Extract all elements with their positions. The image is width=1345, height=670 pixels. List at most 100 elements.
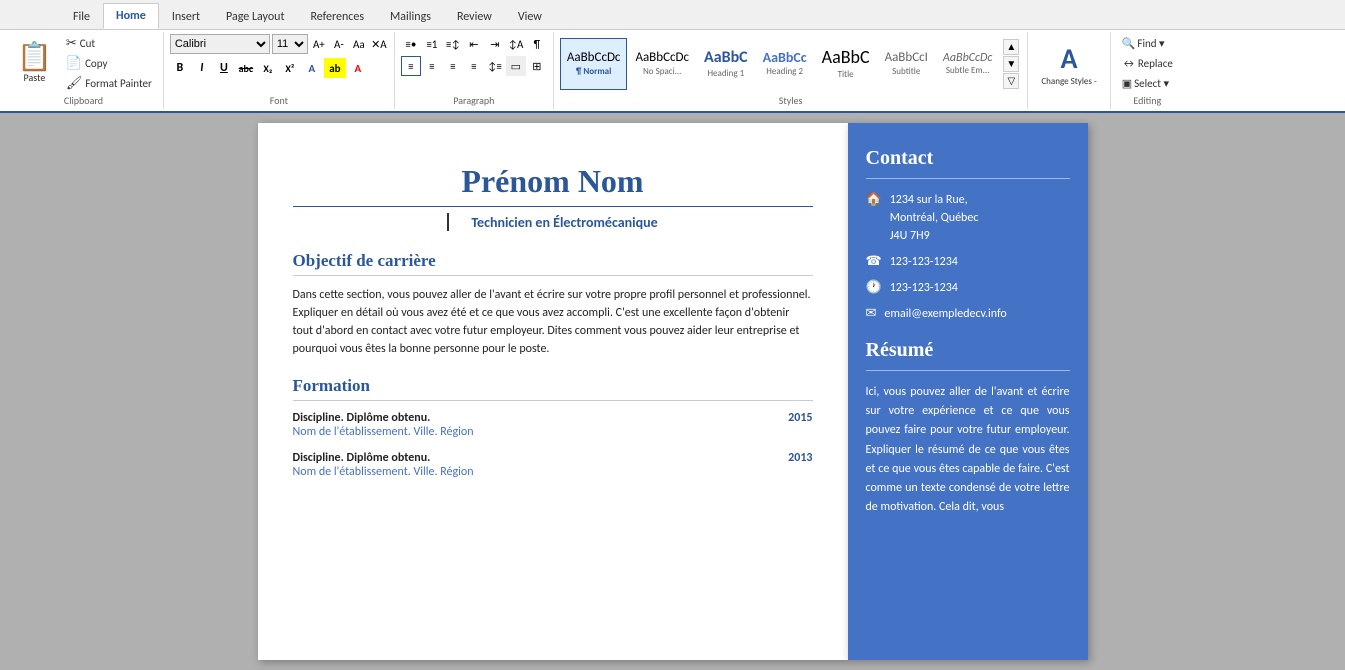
style-normal[interactable]: AaBbCcDc ¶ Normal [560, 38, 628, 90]
phone1-icon: ☎ [866, 254, 882, 269]
tab-review[interactable]: Review [444, 3, 505, 29]
find-button[interactable]: 🔍 Find ▾ [1117, 34, 1170, 53]
copy-button[interactable]: 📄 Copy [61, 54, 157, 73]
replace-label: Replace [1138, 57, 1173, 70]
copy-label: Copy [85, 57, 107, 70]
tab-mailings[interactable]: Mailings [377, 3, 444, 29]
sidebar-resume-body: Ici, vous pouvez aller de l'avant et écr… [866, 383, 1070, 517]
line-spacing-button[interactable]: ↕≡ [485, 56, 505, 76]
edu-entry-2: Discipline. Diplôme obtenu. 2013 Nom de … [293, 451, 813, 479]
phone2-icon: 🕐 [866, 280, 882, 295]
strikethrough-button[interactable]: abc [236, 58, 256, 78]
clear-formatting-button[interactable]: ✕A [370, 35, 388, 53]
style-scroll-up[interactable]: ▲ [1003, 39, 1019, 55]
change-styles-button[interactable]: A Change Styles - [1034, 36, 1103, 92]
copy-icon: 📄 [66, 56, 82, 71]
tab-view[interactable]: View [505, 3, 555, 29]
tab-insert[interactable]: Insert [159, 3, 213, 29]
contact-phone1-text: 123-123-1234 [890, 253, 958, 271]
text-highlight-button[interactable]: ab [324, 58, 346, 78]
format-painter-icon: 🖌 [66, 76, 83, 91]
bullet-list-button[interactable]: ≡• [401, 34, 421, 54]
para-row-2: ≡ ≡ ≡ ≡ ↕≡ ▭ ⊞ [401, 56, 547, 76]
font-group-label: Font [270, 94, 288, 107]
tab-file[interactable]: File [60, 3, 103, 29]
superscript-button[interactable]: X² [280, 58, 300, 78]
editing-group-label: Editing [1133, 94, 1161, 107]
show-formatting-button[interactable]: ¶ [527, 34, 547, 54]
tab-page-layout[interactable]: Page Layout [213, 3, 297, 29]
contact-email: ✉ email@exempledecv.info [866, 305, 1070, 323]
italic-button[interactable]: I [192, 58, 212, 78]
borders-button[interactable]: ⊞ [527, 56, 547, 76]
align-right-button[interactable]: ≡ [443, 56, 463, 76]
font-size-select[interactable]: 11 [272, 34, 308, 54]
numbered-list-button[interactable]: ≡1 [422, 34, 442, 54]
format-painter-button[interactable]: 🖌 Format Painter [61, 74, 157, 93]
style-heading2-label: Heading 2 [766, 66, 803, 77]
cut-label: Cut [80, 37, 95, 50]
multilevel-list-button[interactable]: ≡↕ [443, 34, 463, 54]
font-family-select[interactable]: Calibri [170, 34, 270, 54]
contact-phone2-text: 123-123-1234 [890, 279, 958, 297]
style-scroll-down[interactable]: ▼ [1003, 56, 1019, 72]
contact-phone2: 🕐 123-123-1234 [866, 279, 1070, 297]
find-label: Find ▾ [1137, 37, 1164, 50]
increase-indent-button[interactable]: ⇥ [485, 34, 505, 54]
increase-font-button[interactable]: A+ [310, 35, 328, 53]
ribbon-content: 📋 Paste ✂ Cut 📄 Copy 🖌 Format Painter [0, 30, 1345, 113]
edu-year-2: 2013 [788, 451, 812, 465]
style-heading1[interactable]: AaBbC Heading 1 [697, 38, 755, 90]
align-left-button[interactable]: ≡ [401, 56, 421, 76]
paragraph-group-label: Paragraph [453, 94, 494, 107]
cut-button[interactable]: ✂ Cut [61, 34, 157, 53]
document-scroll[interactable]: Prénom Nom Technicien en Électromécaniqu… [0, 113, 1345, 670]
ribbon-tabs: File Home Insert Page Layout References … [0, 0, 1345, 30]
section-objectif-body: Dans cette section, vous pouvez aller de… [293, 286, 813, 358]
styles-gallery: AaBbCcDc ¶ Normal AaBbCcDc No Spaci... A… [560, 38, 1000, 90]
edu-row-1: Discipline. Diplôme obtenu. 2015 [293, 411, 813, 425]
objectif-divider [293, 275, 813, 276]
document: Prénom Nom Technicien en Électromécaniqu… [258, 123, 1088, 660]
paste-icon: 📋 [17, 43, 52, 71]
font-group: Calibri 11 A+ A- Aa ✕A B I U abc X₂ X [164, 32, 395, 109]
select-button[interactable]: ▣ Select ▾ [1117, 74, 1174, 93]
style-subtle-em[interactable]: AaBbCcDc Subtle Em... [936, 38, 999, 90]
shading-button[interactable]: ▭ [506, 56, 526, 76]
cut-icon: ✂ [66, 36, 77, 51]
replace-button[interactable]: ↔ Replace [1117, 54, 1178, 73]
font-color-button[interactable]: A [348, 58, 368, 78]
decrease-indent-button[interactable]: ⇤ [464, 34, 484, 54]
underline-button[interactable]: U [214, 58, 234, 78]
style-more[interactable]: ▽ [1003, 73, 1019, 89]
style-title[interactable]: AaBbC Title [815, 38, 877, 90]
section-objectif-title: Objectif de carrière [293, 251, 813, 271]
style-no-spacing[interactable]: AaBbCcDc No Spaci... [628, 38, 696, 90]
subscript-button[interactable]: X₂ [258, 58, 278, 78]
style-heading2[interactable]: AaBbCc Heading 2 [756, 38, 814, 90]
paste-button[interactable]: 📋 Paste [10, 40, 59, 87]
document-title: Prénom Nom [293, 163, 813, 200]
style-no-spacing-preview: AaBbCcDc [635, 50, 689, 66]
align-center-button[interactable]: ≡ [422, 56, 442, 76]
document-subtitle: Technicien en Électromécanique [453, 214, 657, 231]
style-normal-preview: AaBbCcDc [567, 50, 621, 66]
change-styles-label: Change Styles - [1041, 76, 1096, 87]
justify-button[interactable]: ≡ [464, 56, 484, 76]
tab-references[interactable]: References [297, 3, 377, 29]
tab-home[interactable]: Home [103, 3, 159, 29]
find-icon: 🔍 [1122, 37, 1136, 50]
select-label: Select ▾ [1134, 77, 1169, 90]
sort-button[interactable]: ↕A [506, 34, 526, 54]
editing-group: 🔍 Find ▾ ↔ Replace ▣ Select ▾ Editing [1111, 32, 1184, 109]
style-subtitle[interactable]: AaBbCcI Subtitle [878, 38, 935, 90]
bold-button[interactable]: B [170, 58, 190, 78]
decrease-font-button[interactable]: A- [330, 35, 348, 53]
contact-address-text: 1234 sur la Rue,Montréal, QuébecJ4U 7H9 [890, 191, 979, 245]
contact-address: 🏠 1234 sur la Rue,Montréal, QuébecJ4U 7H… [866, 191, 1070, 245]
change-case-button[interactable]: Aa [350, 35, 368, 53]
page-main[interactable]: Prénom Nom Technicien en Électromécaniqu… [258, 123, 848, 660]
text-effect-button[interactable]: A [302, 58, 322, 78]
style-normal-label: ¶ Normal [576, 66, 611, 77]
clipboard-group: 📋 Paste ✂ Cut 📄 Copy 🖌 Format Painter [4, 32, 164, 109]
